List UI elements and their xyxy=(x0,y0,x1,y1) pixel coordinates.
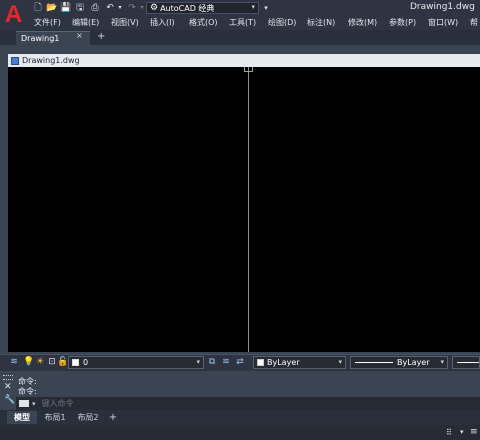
workspace-label: AutoCAD 经典 xyxy=(160,3,215,13)
chevron-down-icon: ▾ xyxy=(338,358,342,366)
menu-window[interactable]: 窗口(W) xyxy=(428,17,458,28)
menu-format[interactable]: 格式(O) xyxy=(189,17,218,28)
saveas-icon[interactable]: 🖫 xyxy=(74,2,86,13)
command-history-line: 命令: xyxy=(18,387,37,396)
make-current-layer-icon[interactable]: ⧉ xyxy=(207,357,217,367)
new-icon[interactable]: 🗋 xyxy=(32,2,44,13)
linetype-sample xyxy=(355,362,393,363)
color-select[interactable]: ByLayer ▾ xyxy=(253,356,346,369)
layer-on-icon[interactable]: 💡 xyxy=(23,357,34,367)
menu-icon[interactable]: ≡ xyxy=(470,427,478,437)
color-swatch xyxy=(257,359,264,366)
layout-tab-bar xyxy=(0,410,480,425)
chevron-down-icon[interactable]: ▾ xyxy=(460,428,464,436)
menu-view[interactable]: 视图(V) xyxy=(111,17,139,28)
tab-layout2[interactable]: 布局2 xyxy=(73,411,103,424)
grid-icon[interactable]: ⠿ xyxy=(446,428,452,437)
gear-icon: ⚙ xyxy=(150,3,159,13)
app-logo[interactable]: A xyxy=(0,0,27,30)
menu-insert[interactable]: 插入(I) xyxy=(150,17,175,28)
tab-label: Drawing1 xyxy=(21,34,60,43)
menu-dimension[interactable]: 标注(N) xyxy=(307,17,335,28)
command-input[interactable]: ▾ 键入命令 xyxy=(16,397,480,410)
status-bar xyxy=(0,425,480,440)
command-prompt-icon[interactable] xyxy=(19,400,29,407)
lock-icon[interactable]: 🔓 xyxy=(57,357,68,367)
linetype-select[interactable]: ByLayer ▾ xyxy=(350,356,448,369)
layer-name: 0 xyxy=(83,358,89,367)
layer-properties-icon[interactable]: ≋ xyxy=(9,357,19,367)
layer-color-swatch xyxy=(72,359,79,366)
add-layout-button[interactable]: + xyxy=(108,411,118,424)
chevron-down-icon: ▾ xyxy=(440,358,444,366)
viewport-title-bar: Drawing1.dwg xyxy=(8,54,480,67)
layer-lock-vp-icon[interactable]: ⊡ xyxy=(47,357,57,367)
color-value: ByLayer xyxy=(267,358,300,367)
wrench-icon[interactable]: 🔧 xyxy=(4,395,15,405)
chevron-down-icon[interactable]: ▾ xyxy=(32,400,36,408)
menu-help[interactable]: 帮 xyxy=(470,17,478,28)
open-icon[interactable]: 📂 xyxy=(46,2,58,13)
menu-edit[interactable]: 编辑(E) xyxy=(72,17,99,28)
drawing-file-icon xyxy=(11,56,19,65)
menu-modify[interactable]: 修改(M) xyxy=(348,17,377,28)
menu-file[interactable]: 文件(F) xyxy=(34,17,61,28)
crosshair-pickbox xyxy=(244,67,253,72)
sun-icon[interactable]: ☀ xyxy=(35,357,45,367)
command-placeholder: 键入命令 xyxy=(41,399,74,408)
undo-dropdown-icon[interactable]: ▾ xyxy=(114,2,126,13)
drag-handle[interactable] xyxy=(3,375,13,380)
print-icon[interactable]: ⎙ xyxy=(89,2,101,13)
layer-select[interactable]: 0 ▾ xyxy=(68,356,204,369)
lineweight-sample xyxy=(457,362,479,363)
layer-previous-icon[interactable]: ≋ xyxy=(221,357,231,367)
customize-dropdown-icon[interactable]: ▾ xyxy=(260,2,272,13)
chevron-down-icon: ▾ xyxy=(251,3,255,11)
close-icon[interactable]: ✕ xyxy=(4,382,12,392)
new-tab-button[interactable]: + xyxy=(97,31,105,42)
lineweight-select[interactable] xyxy=(452,356,480,369)
workspace-select[interactable]: ⚙ AutoCAD 经典 ▾ xyxy=(146,2,259,14)
app-logo-letter: A xyxy=(4,1,23,28)
drawing-canvas[interactable] xyxy=(8,67,480,352)
chevron-down-icon: ▾ xyxy=(196,358,200,366)
close-icon[interactable]: × xyxy=(76,31,83,40)
tab-layout1[interactable]: 布局1 xyxy=(40,411,70,424)
layer-match-icon[interactable]: ⇄ xyxy=(235,357,245,367)
window-title: Drawing1.dwg xyxy=(410,2,475,12)
menu-draw[interactable]: 绘图(D) xyxy=(268,17,296,28)
save-icon[interactable]: 💾 xyxy=(60,2,72,13)
tab-model[interactable]: 模型 xyxy=(7,411,37,424)
crosshair-vertical-line xyxy=(248,67,249,352)
menu-tools[interactable]: 工具(T) xyxy=(229,17,256,28)
linetype-value: ByLayer xyxy=(397,358,430,367)
menu-parametric[interactable]: 参数(P) xyxy=(389,17,416,28)
viewport-title: Drawing1.dwg xyxy=(22,56,80,65)
